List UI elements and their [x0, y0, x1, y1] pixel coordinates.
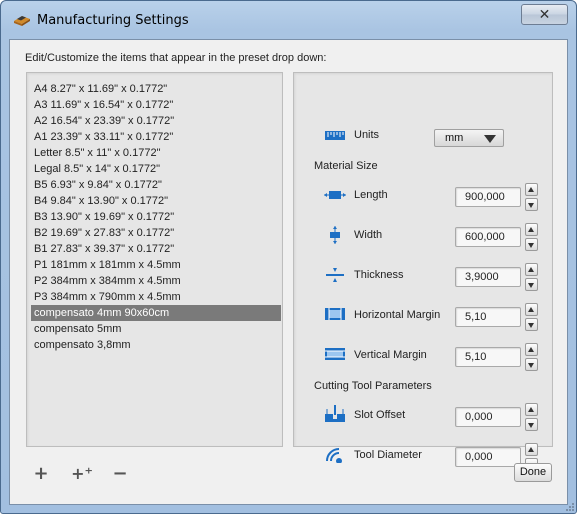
app-logo-icon — [14, 16, 30, 26]
decrement-arrow-icon[interactable] — [525, 318, 538, 331]
increment-arrow-icon[interactable] — [525, 403, 538, 416]
cutting-tool-heading: Cutting Tool Parameters — [314, 380, 432, 392]
preset-list-item[interactable]: P3 384mm x 790mm x 4.5mm — [31, 289, 281, 305]
length-input[interactable]: 900,000 — [455, 187, 521, 207]
decrement-arrow-icon[interactable] — [525, 358, 538, 371]
preset-list-item[interactable]: compensato 3,8mm — [31, 337, 281, 353]
preset-list-item[interactable]: compensato 4mm 90x60cm — [31, 305, 281, 321]
length-icon — [324, 191, 346, 199]
preset-list-item[interactable]: A4 8.27" x 11.69" x 0.1772" — [31, 81, 281, 97]
preset-list-item[interactable]: P1 181mm x 181mm x 4.5mm — [31, 257, 281, 273]
vertical-margin-stepper[interactable] — [525, 343, 538, 371]
width-icon — [330, 226, 340, 244]
vertical-margin-label: Vertical Margin — [354, 349, 427, 361]
thickness-label: Thickness — [354, 269, 404, 281]
preset-list[interactable]: A4 8.27" x 11.69" x 0.1772" A3 11.69" x 1… — [26, 72, 283, 447]
close-button[interactable]: ✕ — [521, 4, 568, 25]
length-stepper[interactable] — [525, 183, 538, 211]
increment-arrow-icon[interactable] — [525, 223, 538, 236]
thickness-icon — [326, 268, 344, 282]
units-label: Units — [354, 129, 380, 141]
preset-list-item[interactable]: B4 9.84" x 13.90" x 0.1772" — [31, 193, 281, 209]
done-button[interactable]: Done — [514, 463, 552, 482]
horizontal-margin-icon — [325, 308, 345, 320]
preset-list-item[interactable]: compensato 5mm — [31, 321, 281, 337]
width-label: Width — [354, 229, 383, 241]
duplicate-preset-button[interactable]: +⁺ — [70, 466, 94, 483]
thickness-stepper[interactable] — [525, 263, 538, 291]
units-value: mm — [445, 132, 464, 144]
decrement-arrow-icon[interactable] — [525, 418, 538, 431]
slot-offset-input[interactable]: 0,000 — [455, 407, 521, 427]
decrement-arrow-icon[interactable] — [525, 198, 538, 211]
window-title: Manufacturing Settings — [37, 13, 189, 28]
tool-diameter-icon — [326, 448, 342, 463]
increment-arrow-icon[interactable] — [525, 303, 538, 316]
slot-offset-stepper[interactable] — [525, 403, 538, 431]
slot-offset-label: Slot Offset — [354, 409, 406, 421]
ruler-units-icon — [325, 131, 345, 140]
length-label: Length — [354, 189, 388, 201]
preset-list-item[interactable]: A3 11.69" x 16.54" x 0.1772" — [31, 97, 281, 113]
horizontal-margin-stepper[interactable] — [525, 303, 538, 331]
preset-list-item[interactable]: Letter 8.5" x 11" x 0.1772" — [31, 145, 281, 161]
add-preset-button[interactable]: + — [32, 465, 50, 483]
width-stepper[interactable] — [525, 223, 538, 251]
slot-offset-icon — [325, 405, 345, 422]
material-size-heading: Material Size — [314, 160, 378, 172]
preset-list-item[interactable]: A1 23.39" x 33.11" x 0.1772" — [31, 129, 281, 145]
manufacturing-settings-window: Manufacturing Settings ✕ Edit/Customize … — [0, 0, 577, 514]
preset-list-item[interactable]: B1 27.83" x 39.37" x 0.1772" — [31, 241, 281, 257]
resize-grip-icon[interactable] — [565, 502, 575, 512]
units-dropdown[interactable]: mm — [434, 129, 504, 147]
tool-diameter-input[interactable]: 0,000 — [455, 447, 521, 467]
instruction-text: Edit/Customize the items that appear in … — [25, 52, 327, 64]
increment-arrow-icon[interactable] — [525, 263, 538, 276]
horizontal-margin-label: Horizontal Margin — [354, 309, 441, 321]
preset-list-item[interactable]: B2 19.69" x 27.83" x 0.1772" — [31, 225, 281, 241]
vertical-margin-input[interactable]: 5,10 — [455, 347, 521, 367]
preset-list-item[interactable]: B5 6.93" x 9.84" x 0.1772" — [31, 177, 281, 193]
dropdown-arrow-icon — [484, 135, 496, 143]
width-input[interactable]: 600,000 — [455, 227, 521, 247]
title-bar[interactable]: Manufacturing Settings ✕ — [1, 1, 576, 39]
preset-list-item[interactable]: Legal 8.5" x 14" x 0.1772" — [31, 161, 281, 177]
decrement-arrow-icon[interactable] — [525, 278, 538, 291]
thickness-input[interactable]: 3,9000 — [455, 267, 521, 287]
vertical-margin-icon — [325, 348, 345, 360]
preset-list-item[interactable]: B3 13.90" x 19.69" x 0.1772" — [31, 209, 281, 225]
decrement-arrow-icon[interactable] — [525, 238, 538, 251]
increment-arrow-icon[interactable] — [525, 183, 538, 196]
dialog-body: Edit/Customize the items that appear in … — [9, 39, 568, 505]
preset-list-items: A4 8.27" x 11.69" x 0.1772" A3 11.69" x 1… — [31, 81, 281, 353]
horizontal-margin-input[interactable]: 5,10 — [455, 307, 521, 327]
preset-list-item[interactable]: P2 384mm x 384mm x 4.5mm — [31, 273, 281, 289]
increment-arrow-icon[interactable] — [525, 443, 538, 456]
tool-diameter-label: Tool Diameter — [354, 449, 422, 461]
increment-arrow-icon[interactable] — [525, 343, 538, 356]
settings-panel: Units mm Material Size Length 900,000 Wi… — [293, 72, 553, 471]
preset-list-item[interactable]: A2 16.54" x 23.39" x 0.1772" — [31, 113, 281, 129]
remove-preset-button[interactable]: − — [111, 465, 129, 483]
